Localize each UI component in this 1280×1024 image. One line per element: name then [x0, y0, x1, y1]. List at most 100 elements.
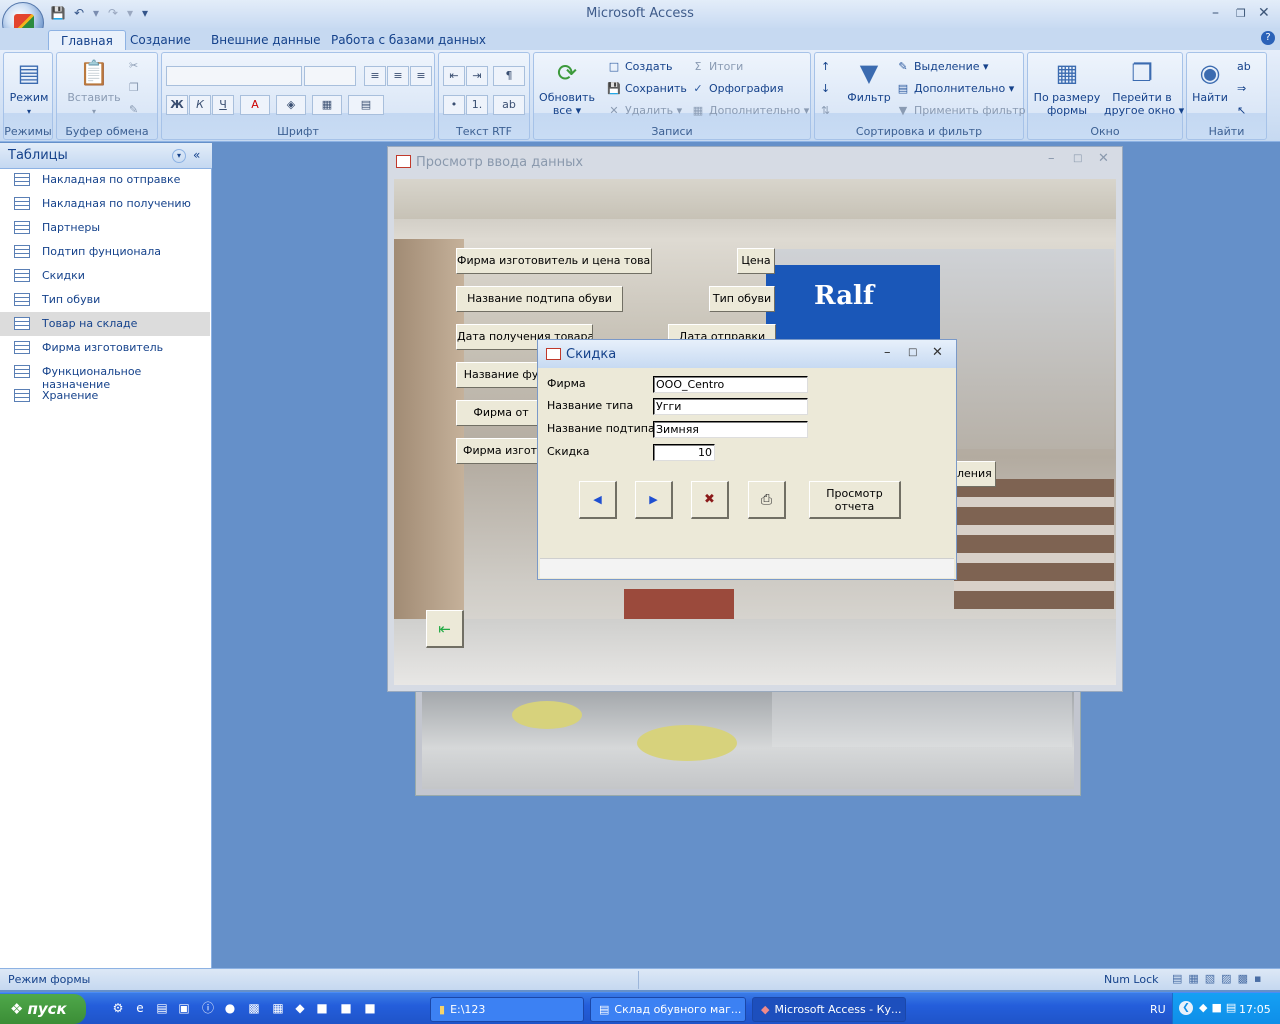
form-button-maker[interactable]: Фирма изготов	[456, 438, 546, 464]
nav-item[interactable]: Накладная по отправке	[0, 168, 210, 192]
subtype-name-field[interactable]: Зимняя	[653, 421, 808, 438]
align-center-icon[interactable]: ≡	[387, 66, 409, 86]
gridlines-icon[interactable]: ▦	[312, 95, 342, 115]
sort-ascending-icon[interactable]: ↑	[821, 60, 830, 73]
quicklaunch-icon[interactable]: ▩	[246, 1000, 262, 1016]
form-button-maker-price[interactable]: Фирма изготовитель и цена товара	[456, 248, 652, 274]
bold-button[interactable]: Ж	[166, 95, 188, 115]
close-icon[interactable]: ✕	[1258, 5, 1270, 21]
sort-descending-icon[interactable]: ↓	[821, 82, 830, 95]
tab-create[interactable]: Создание	[118, 30, 203, 50]
nav-item[interactable]: Фирма изготовитель	[0, 336, 210, 360]
refresh-all-button[interactable]: ⟳ Обновить все ▾	[536, 57, 598, 117]
redo-icon[interactable]: ↷	[105, 5, 121, 21]
save-icon[interactable]: 💾	[50, 5, 66, 21]
next-record-icon[interactable]: ▶	[635, 481, 673, 519]
previous-record-icon[interactable]: ◀	[579, 481, 617, 519]
nav-item[interactable]: Тип обуви	[0, 288, 210, 312]
replace-icon[interactable]: ab	[1237, 60, 1251, 73]
taskbar-item[interactable]: ▮ E:\123	[430, 997, 584, 1022]
cut-icon[interactable]: ✂	[129, 59, 138, 72]
tab-home[interactable]: Главная	[48, 30, 126, 50]
paste-button[interactable]: 📋 Вставить ▾	[61, 57, 127, 117]
exit-form-icon[interactable]: ⇤	[426, 610, 464, 648]
minimize-icon[interactable]: –	[1212, 5, 1219, 21]
nav-item[interactable]: Скидки	[0, 264, 210, 288]
new-record-button[interactable]: □ Создать	[606, 60, 673, 73]
info-icon[interactable]: ⓘ	[200, 1000, 216, 1016]
selection-button[interactable]: ✎ Выделение ▾	[895, 60, 988, 73]
discount-field[interactable]: 10	[653, 444, 715, 461]
quicklaunch-icon[interactable]: ▦	[270, 1000, 286, 1016]
goto-icon[interactable]: ⇒	[1237, 82, 1246, 95]
desktop-icon[interactable]: ▤	[154, 1000, 170, 1016]
firefox-icon[interactable]: ●	[222, 1000, 238, 1016]
quicklaunch-icon[interactable]: ◆	[292, 1000, 308, 1016]
italic-button[interactable]: К	[189, 95, 211, 115]
firm-field[interactable]: OOO_Centro	[653, 376, 808, 393]
dialog-maximize-icon[interactable]: □	[908, 347, 917, 358]
collapse-pane-icon[interactable]: «	[193, 148, 200, 162]
tray-expand-icon[interactable]: ❮	[1179, 1001, 1193, 1015]
nav-item[interactable]: Накладная по получению	[0, 192, 210, 216]
clear-sort-icon[interactable]: ⇅	[821, 104, 830, 117]
tab-external-data[interactable]: Внешние данные	[199, 30, 332, 50]
form-button-shoe-type[interactable]: Тип обуви	[709, 286, 775, 312]
nav-item-selected[interactable]: Товар на складе	[0, 312, 210, 336]
ie-icon[interactable]: e	[132, 1000, 148, 1016]
fill-color-icon[interactable]: ◈	[276, 95, 306, 115]
format-painter-icon[interactable]: ✎	[129, 103, 138, 116]
totals-button[interactable]: Σ Итоги	[690, 60, 744, 73]
form-minimize-icon[interactable]: –	[1048, 151, 1055, 166]
background-form-window[interactable]	[415, 680, 1081, 796]
view-report-button[interactable]: Просмотр отчета	[809, 481, 901, 519]
underline-button[interactable]: Ч	[212, 95, 234, 115]
nav-item[interactable]: Подтип фунционала	[0, 240, 210, 264]
form-button-storage[interactable]: ления	[956, 461, 996, 487]
apply-filter-button[interactable]: ▼ Применить фильтр	[895, 104, 1026, 117]
switch-window-button[interactable]: ❐ Перейти в другое окно ▾	[1104, 57, 1184, 117]
spelling-button[interactable]: ✓ Орфография	[690, 82, 783, 95]
align-right-icon[interactable]: ≡	[410, 66, 432, 86]
nav-menu-icon[interactable]: ▾	[172, 149, 186, 163]
font-color-icon[interactable]: A	[240, 95, 270, 115]
more-records-button[interactable]: ▦ Дополнительно ▾	[690, 104, 809, 117]
advanced-filter-button[interactable]: ▤ Дополнительно ▾	[895, 82, 1014, 95]
paragraph-icon[interactable]: ¶	[493, 66, 525, 86]
nav-item[interactable]: Хранение	[0, 384, 210, 408]
select-icon[interactable]: ↖	[1237, 104, 1246, 117]
bullets-icon[interactable]: •	[443, 95, 465, 115]
quicklaunch-icon[interactable]: ■	[362, 1000, 378, 1016]
form-close-icon[interactable]: ✕	[1098, 151, 1109, 166]
quicklaunch-icon[interactable]: ■	[314, 1000, 330, 1016]
align-left-icon[interactable]: ≡	[364, 66, 386, 86]
view-button[interactable]: ▤ Режим ▾	[6, 57, 52, 117]
font-name-combo[interactable]	[166, 66, 302, 86]
dialog-close-icon[interactable]: ✕	[932, 345, 943, 360]
increase-indent-icon[interactable]: ⇥	[466, 66, 488, 86]
undo-dropdown-icon[interactable]: ▾	[92, 5, 100, 21]
help-icon[interactable]: ?	[1261, 31, 1275, 45]
redo-dropdown-icon[interactable]: ▾	[126, 5, 134, 21]
undo-icon[interactable]: ↶	[71, 5, 87, 21]
filter-button[interactable]: ▼ Фильтр	[843, 57, 895, 104]
customize-qat-icon[interactable]: ▾	[139, 5, 151, 21]
quicklaunch-icon[interactable]: ⚙	[110, 1000, 126, 1016]
nav-item[interactable]: Функциональное назначение	[0, 360, 210, 391]
taskbar-item[interactable]: ▤ Склад обувного маг...	[590, 997, 746, 1022]
view-switcher-icons[interactable]: ▤▦▧▨▩▪	[1172, 972, 1267, 985]
tray-icons[interactable]: ◆■▤	[1199, 1001, 1240, 1014]
quicklaunch-icon[interactable]: ■	[338, 1000, 354, 1016]
discount-dialog[interactable]: Скидка – □ ✕ Фирма OOO_Centro Название т…	[537, 339, 957, 580]
type-name-field[interactable]: Угги	[653, 398, 808, 415]
alternate-fill-icon[interactable]: ▤	[348, 95, 384, 115]
restore-icon[interactable]: ❐	[1236, 7, 1246, 20]
decrease-indent-icon[interactable]: ⇤	[443, 66, 465, 86]
nav-item[interactable]: Партнеры	[0, 216, 210, 240]
form-maximize-icon[interactable]: □	[1073, 153, 1082, 164]
highlight-icon[interactable]: ab	[493, 95, 525, 115]
form-button-subtype-name[interactable]: Название подтипа обуви	[456, 286, 623, 312]
quicklaunch-icon[interactable]: ▣	[176, 1000, 192, 1016]
delete-record-icon[interactable]: ✖	[691, 481, 729, 519]
copy-icon[interactable]: ❐	[129, 81, 139, 94]
